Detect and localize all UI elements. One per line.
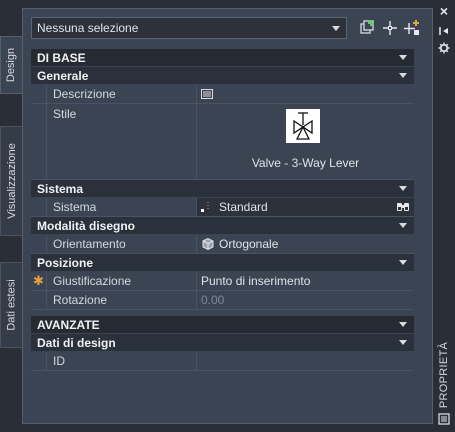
autohide-icon bbox=[439, 27, 448, 35]
gear-icon bbox=[438, 42, 450, 54]
section-dati-di-design-label: Dati di design bbox=[37, 335, 116, 350]
chevron-down-icon bbox=[399, 55, 407, 60]
tab-design-label: Design bbox=[5, 47, 18, 83]
tab-dati-estesi-label: Dati estesi bbox=[5, 279, 18, 331]
crosshair-icon bbox=[383, 21, 397, 35]
chevron-down-icon bbox=[399, 322, 407, 327]
palette-title-label: PROPRIETÀ bbox=[438, 341, 450, 409]
tab-design[interactable]: Design bbox=[0, 36, 22, 94]
prop-value-stile[interactable]: Valve - 3-Way Lever bbox=[197, 104, 414, 179]
section-di-base-label: DI BASE bbox=[37, 50, 86, 65]
prop-row-giustificazione[interactable]: ✱ Giustificazione Punto di inserimento bbox=[31, 272, 414, 291]
prop-name-giustificazione: Giustificazione bbox=[47, 272, 197, 290]
prop-row-descrizione[interactable]: Descrizione bbox=[31, 85, 414, 104]
selection-dropdown[interactable]: Nessuna selezione bbox=[31, 17, 347, 39]
three-way-valve-icon bbox=[293, 112, 313, 140]
prop-value-descrizione[interactable] bbox=[197, 85, 414, 103]
tab-visualizzazione-label: Visualizzazione bbox=[5, 143, 18, 219]
palette-title: PROPRIETÀ bbox=[433, 340, 455, 410]
quick-select-icon bbox=[360, 20, 374, 34]
binoculars-icon bbox=[397, 203, 409, 211]
autohide-button[interactable] bbox=[437, 24, 451, 38]
left-tab-strip: Design Visualizzazione Dati estesi bbox=[0, 0, 22, 432]
tab-dati-estesi[interactable]: Dati estesi bbox=[0, 262, 22, 348]
section-sistema[interactable]: Sistema bbox=[31, 180, 414, 198]
style-name: Valve - 3-Way Lever bbox=[251, 156, 360, 170]
selection-toolbar: Nessuna selezione bbox=[29, 17, 424, 39]
asterisk-icon: ✱ bbox=[33, 273, 44, 288]
prop-name-orientamento: Orientamento bbox=[47, 235, 197, 253]
chevron-down-icon bbox=[399, 340, 407, 345]
close-icon[interactable]: × bbox=[437, 4, 451, 18]
palette-properties-button[interactable] bbox=[437, 41, 451, 55]
chevron-down-icon bbox=[399, 260, 407, 265]
prop-value-giustificazione[interactable]: Punto di inserimento bbox=[197, 272, 414, 290]
selection-dropdown-value: Nessuna selezione bbox=[37, 21, 139, 35]
chevron-down-icon bbox=[399, 186, 407, 191]
section-avanzate-label: AVANZATE bbox=[37, 317, 100, 332]
palette-menu-button[interactable] bbox=[437, 412, 451, 426]
pickadd-toggle-button[interactable] bbox=[403, 19, 421, 37]
pickadd-icon bbox=[404, 20, 419, 35]
prop-name-stile: Stile bbox=[47, 104, 197, 179]
section-posizione-label: Posizione bbox=[37, 255, 94, 270]
prop-value-id[interactable] bbox=[197, 352, 414, 370]
tab-visualizzazione[interactable]: Visualizzazione bbox=[0, 126, 22, 236]
prop-name-sistema: Sistema bbox=[47, 198, 197, 216]
prop-name-rotazione: Rotazione bbox=[47, 291, 197, 309]
section-generale[interactable]: Generale bbox=[31, 67, 414, 85]
prop-row-stile[interactable]: Stile Valve - 3-Way Lever bbox=[31, 104, 414, 180]
style-thumbnail[interactable] bbox=[286, 109, 320, 143]
text-editor-icon bbox=[201, 89, 213, 99]
section-modalita-disegno-label: Modalità disegno bbox=[37, 218, 136, 233]
section-sistema-label: Sistema bbox=[37, 181, 84, 196]
property-grid: DI BASE Generale Descrizione Stile Valve… bbox=[31, 49, 414, 371]
system-swatch-icon bbox=[201, 202, 209, 212]
section-generale-label: Generale bbox=[37, 68, 89, 83]
section-di-base[interactable]: DI BASE bbox=[31, 49, 414, 67]
prop-value-sistema[interactable]: Standard bbox=[197, 198, 414, 216]
section-dati-di-design[interactable]: Dati di design bbox=[31, 334, 414, 352]
section-posizione[interactable]: Posizione bbox=[31, 254, 414, 272]
section-avanzate[interactable]: AVANZATE bbox=[31, 316, 414, 334]
properties-palette: Design Visualizzazione Dati estesi Nessu… bbox=[0, 0, 455, 432]
properties-icon bbox=[438, 413, 450, 425]
prop-name-id: ID bbox=[47, 352, 197, 370]
quick-select-button[interactable] bbox=[359, 19, 377, 37]
prop-value-orientamento[interactable]: Ortogonale bbox=[197, 235, 414, 253]
palette-title-strip: × PROPRIETÀ bbox=[433, 0, 455, 432]
prop-row-id[interactable]: ID bbox=[31, 352, 414, 371]
prop-value-rotazione[interactable]: 0.00 bbox=[197, 291, 414, 309]
chevron-down-icon bbox=[399, 73, 407, 78]
section-modalita-disegno[interactable]: Modalità disegno bbox=[31, 217, 414, 235]
prop-row-rotazione[interactable]: Rotazione 0.00 bbox=[31, 291, 414, 310]
properties-panel: Nessuna selezione DI BASE Generale Descr… bbox=[22, 8, 433, 424]
prop-name-descrizione: Descrizione bbox=[47, 85, 197, 103]
chevron-down-icon bbox=[399, 223, 407, 228]
select-objects-button[interactable] bbox=[381, 19, 399, 37]
cube-icon bbox=[202, 237, 214, 251]
prop-row-sistema[interactable]: Sistema Standard bbox=[31, 198, 414, 217]
prop-row-orientamento[interactable]: Orientamento Ortogonale bbox=[31, 235, 414, 254]
chevron-down-icon bbox=[332, 26, 340, 31]
